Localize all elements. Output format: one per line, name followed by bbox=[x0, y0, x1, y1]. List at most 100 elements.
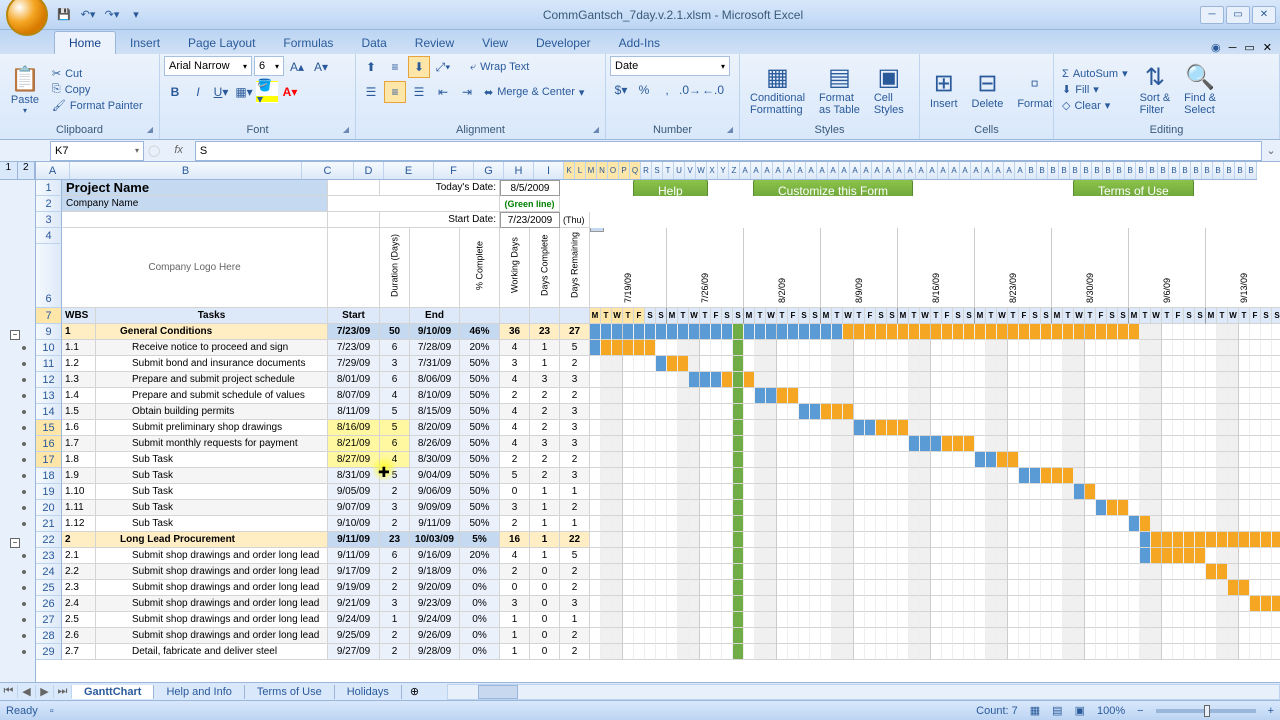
cut-button[interactable]: ✂Cut bbox=[48, 66, 147, 81]
col-header-gantt-62[interactable]: B bbox=[1246, 162, 1257, 179]
col-header-gantt-49[interactable]: B bbox=[1103, 162, 1114, 179]
col-header-gantt-41[interactable]: A bbox=[1015, 162, 1026, 179]
font-launcher[interactable]: ◢ bbox=[343, 125, 349, 134]
tab-home[interactable]: Home bbox=[54, 31, 116, 54]
sheet-prev-icon[interactable]: ◀ bbox=[18, 685, 36, 698]
row-header-19[interactable]: 19 bbox=[36, 484, 62, 500]
redo-icon[interactable]: ↷▾ bbox=[102, 5, 122, 25]
workbook-close-icon[interactable]: ✕ bbox=[1263, 41, 1272, 54]
align-top-icon[interactable]: ⬆ bbox=[360, 56, 382, 78]
sheet-tab-terms[interactable]: Terms of Use bbox=[245, 685, 335, 699]
horizontal-scrollbar[interactable] bbox=[447, 684, 1280, 700]
comma-icon[interactable]: , bbox=[656, 79, 678, 101]
col-header-gantt-10[interactable]: U bbox=[674, 162, 685, 179]
col-header-gantt-22[interactable]: A bbox=[806, 162, 817, 179]
row-header-12[interactable]: 12 bbox=[36, 372, 62, 388]
col-header-gantt-21[interactable]: A bbox=[795, 162, 806, 179]
tab-review[interactable]: Review bbox=[401, 32, 468, 54]
row-header-9[interactable]: 9 bbox=[36, 324, 62, 340]
col-header-H[interactable]: H bbox=[504, 162, 534, 179]
row-header-24[interactable]: 24 bbox=[36, 564, 62, 580]
row-header-15[interactable]: 15 bbox=[36, 420, 62, 436]
align-bottom-icon[interactable]: ⬇ bbox=[408, 56, 430, 78]
col-header-gantt-4[interactable]: O bbox=[608, 162, 619, 179]
row-header-10[interactable]: 10 bbox=[36, 340, 62, 356]
autosum-button[interactable]: ΣAutoSum▾ bbox=[1058, 66, 1132, 81]
col-header-gantt-46[interactable]: B bbox=[1070, 162, 1081, 179]
underline-button[interactable]: U▾ bbox=[210, 81, 232, 103]
col-header-gantt-30[interactable]: A bbox=[894, 162, 905, 179]
align-left-icon[interactable]: ☰ bbox=[360, 81, 382, 103]
bold-button[interactable]: B bbox=[164, 81, 186, 103]
wrap-text-button[interactable]: ⤶Wrap Text bbox=[466, 60, 533, 75]
view-layout-icon[interactable]: ▤ bbox=[1052, 704, 1062, 717]
delete-cells-button[interactable]: ⊟Delete bbox=[966, 67, 1010, 112]
col-header-gantt-25[interactable]: A bbox=[839, 162, 850, 179]
row-header-13[interactable]: 13 bbox=[36, 388, 62, 404]
tab-insert[interactable]: Insert bbox=[116, 32, 174, 54]
zoom-level[interactable]: 100% bbox=[1097, 705, 1125, 717]
minimize-button[interactable]: ─ bbox=[1200, 6, 1224, 24]
col-header-gantt-5[interactable]: P bbox=[619, 162, 630, 179]
col-header-gantt-31[interactable]: A bbox=[905, 162, 916, 179]
col-header-gantt-47[interactable]: B bbox=[1081, 162, 1092, 179]
zoom-slider[interactable] bbox=[1156, 709, 1256, 713]
decrease-decimal-icon[interactable]: ←.0 bbox=[702, 79, 724, 101]
col-header-gantt-27[interactable]: A bbox=[861, 162, 872, 179]
col-header-A[interactable]: A bbox=[36, 162, 70, 179]
row-header-21[interactable]: 21 bbox=[36, 516, 62, 532]
col-header-F[interactable]: F bbox=[434, 162, 474, 179]
format-as-table-button[interactable]: ▤Format as Table bbox=[813, 61, 866, 118]
col-header-gantt-50[interactable]: B bbox=[1114, 162, 1125, 179]
row-header-27[interactable]: 27 bbox=[36, 612, 62, 628]
col-header-gantt-33[interactable]: A bbox=[927, 162, 938, 179]
fx-button[interactable]: fx bbox=[166, 144, 191, 157]
sheet-next-icon[interactable]: ▶ bbox=[36, 685, 54, 698]
outline-collapse[interactable]: − bbox=[10, 538, 20, 548]
format-painter-button[interactable]: 🖌Format Painter bbox=[48, 98, 147, 113]
tab-formulas[interactable]: Formulas bbox=[269, 32, 347, 54]
align-right-icon[interactable]: ☰ bbox=[408, 81, 430, 103]
col-header-gantt-39[interactable]: A bbox=[993, 162, 1004, 179]
col-header-gantt-43[interactable]: B bbox=[1037, 162, 1048, 179]
col-header-C[interactable]: C bbox=[302, 162, 354, 179]
conditional-formatting-button[interactable]: ▦Conditional Formatting bbox=[744, 61, 811, 118]
view-break-icon[interactable]: ▣ bbox=[1075, 704, 1085, 717]
format-cells-button[interactable]: ▫Format bbox=[1011, 68, 1058, 112]
row-header-22[interactable]: 22 bbox=[36, 532, 62, 548]
sheet-first-icon[interactable]: ⏮ bbox=[0, 685, 18, 698]
tab-addins[interactable]: Add-Ins bbox=[605, 32, 674, 54]
col-header-D[interactable]: D bbox=[354, 162, 384, 179]
clear-button[interactable]: ◇Clear▾ bbox=[1058, 98, 1132, 113]
zoom-in-icon[interactable]: + bbox=[1268, 705, 1274, 717]
row-header-20[interactable]: 20 bbox=[36, 500, 62, 516]
col-header-I[interactable]: I bbox=[534, 162, 564, 179]
col-header-gantt-8[interactable]: S bbox=[652, 162, 663, 179]
col-header-gantt-28[interactable]: A bbox=[872, 162, 883, 179]
row-header-26[interactable]: 26 bbox=[36, 596, 62, 612]
col-header-gantt-60[interactable]: B bbox=[1224, 162, 1235, 179]
view-normal-icon[interactable]: ▦ bbox=[1030, 704, 1040, 717]
start-date[interactable]: 7/23/2009 bbox=[500, 212, 560, 228]
macro-record-icon[interactable]: ▫ bbox=[50, 705, 54, 717]
row-header-17[interactable]: 17 bbox=[36, 452, 62, 468]
row-header-28[interactable]: 28 bbox=[36, 628, 62, 644]
row-header-25[interactable]: 25 bbox=[36, 580, 62, 596]
gantt-scroll-left[interactable]: ◀ bbox=[590, 228, 604, 232]
col-header-gantt-54[interactable]: B bbox=[1158, 162, 1169, 179]
col-header-gantt-52[interactable]: B bbox=[1136, 162, 1147, 179]
col-header-gantt-6[interactable]: Q bbox=[630, 162, 641, 179]
row-header-2[interactable]: 2 bbox=[36, 196, 62, 212]
col-header-gantt-15[interactable]: Z bbox=[729, 162, 740, 179]
number-format-combo[interactable]: Date▾ bbox=[610, 56, 730, 76]
orientation-icon[interactable]: ⤢▾ bbox=[432, 56, 454, 78]
undo-icon[interactable]: ↶▾ bbox=[78, 5, 98, 25]
project-name[interactable]: Project Name bbox=[62, 180, 328, 196]
sheet-tab-help[interactable]: Help and Info bbox=[154, 685, 244, 699]
align-middle-icon[interactable]: ≡ bbox=[384, 56, 406, 78]
col-header-gantt-59[interactable]: B bbox=[1213, 162, 1224, 179]
number-launcher[interactable]: ◢ bbox=[727, 125, 733, 134]
company-name[interactable]: Company Name bbox=[62, 196, 328, 212]
tab-page-layout[interactable]: Page Layout bbox=[174, 32, 269, 54]
font-color-button[interactable]: A▾ bbox=[279, 81, 301, 103]
